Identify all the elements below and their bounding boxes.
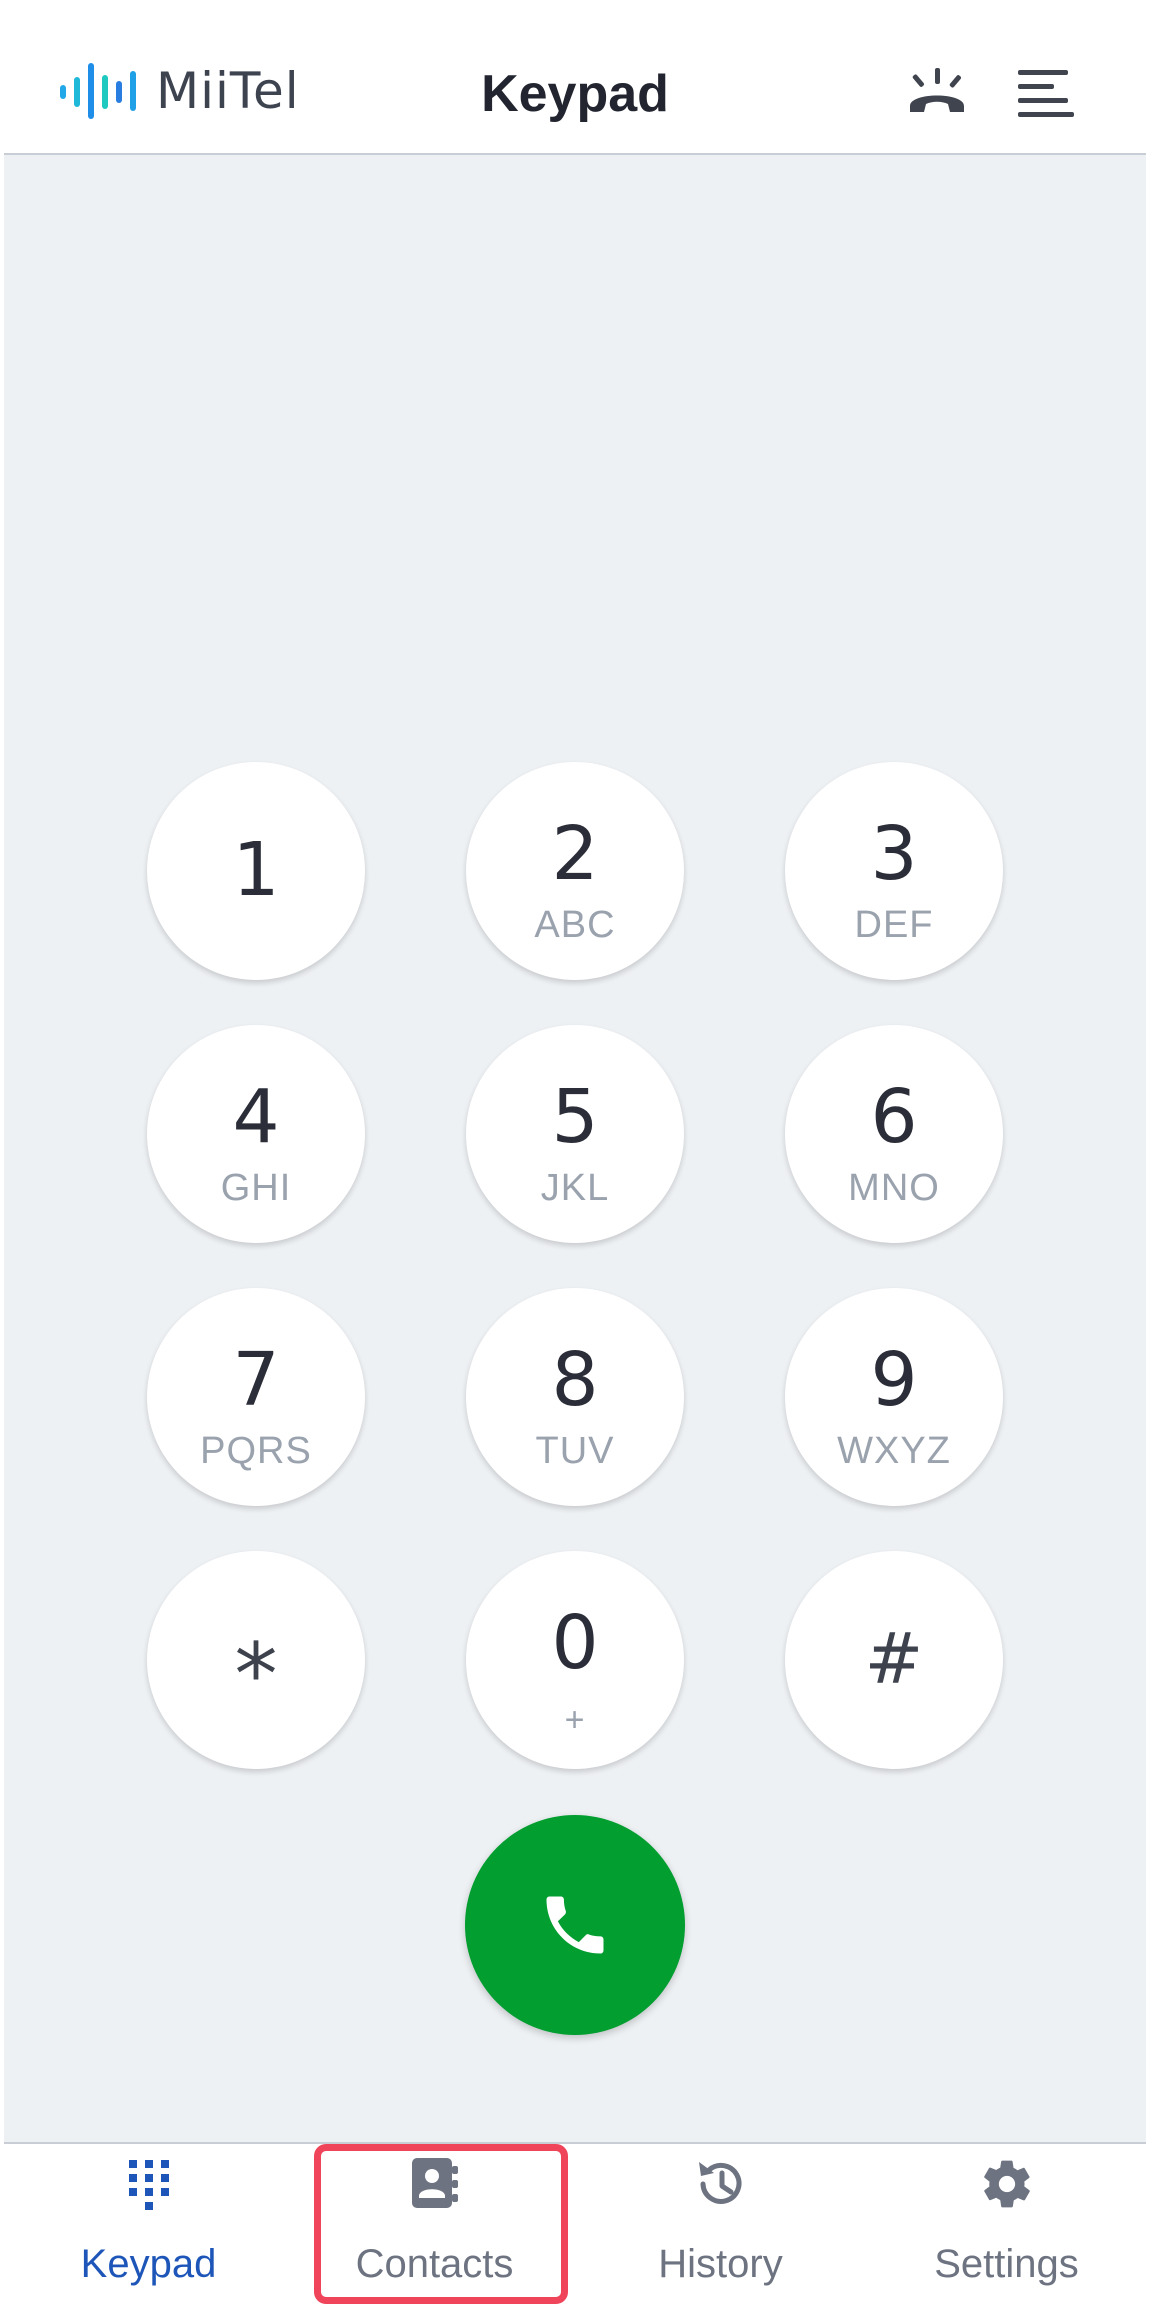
call-button[interactable] <box>465 1815 685 2035</box>
menu-button[interactable] <box>1014 62 1084 122</box>
key-letters: GHI <box>220 1167 292 1209</box>
nav-history[interactable]: History <box>578 2144 863 2323</box>
key-digit: * <box>234 1625 278 1725</box>
key-digit: 3 <box>870 811 918 897</box>
key-digit: 1 <box>232 827 280 913</box>
ringing-phone-button[interactable] <box>902 62 972 122</box>
key-digit: 2 <box>551 811 599 897</box>
key-letters: + <box>564 1701 586 1739</box>
nav-keypad[interactable]: Keypad <box>6 2144 291 2323</box>
key-digit: 6 <box>870 1074 918 1160</box>
nav-settings[interactable]: Settings <box>864 2144 1149 2323</box>
dialpad-icon <box>128 2160 169 2210</box>
gear-icon <box>983 2160 1030 2208</box>
key-letters: TUV <box>535 1430 615 1472</box>
menu-icon <box>1018 70 1074 117</box>
key-digit: 0 <box>551 1600 599 1686</box>
key-letters: DEF <box>854 904 934 946</box>
key-letters: JKL <box>540 1167 610 1209</box>
ringing-phone-icon <box>910 68 964 112</box>
key-digit: 8 <box>551 1337 599 1423</box>
keypad-area: 1 2 ABC 3 DEF 4 GHI 5 JKL 6 MNO 7 PQRS 8 <box>4 155 1146 2144</box>
nav-label: Settings <box>934 2242 1079 2286</box>
key-digit: 7 <box>232 1337 280 1423</box>
key-digit: 4 <box>232 1074 280 1160</box>
key-letters: WXYZ <box>837 1430 951 1472</box>
nav-label: Keypad <box>80 2242 217 2286</box>
key-7[interactable]: 7 PQRS <box>147 1288 365 1506</box>
key-9[interactable]: 9 WXYZ <box>785 1288 1003 1506</box>
key-digit: # <box>864 1618 924 1700</box>
key-5[interactable]: 5 JKL <box>466 1025 684 1243</box>
key-1[interactable]: 1 <box>147 762 365 980</box>
key-8[interactable]: 8 TUV <box>466 1288 684 1506</box>
contacts-highlight-box <box>314 2144 568 2304</box>
key-star[interactable]: * <box>147 1551 365 1769</box>
key-3[interactable]: 3 DEF <box>785 762 1003 980</box>
key-hash[interactable]: # <box>785 1551 1003 1769</box>
key-2[interactable]: 2 ABC <box>466 762 684 980</box>
key-letters: MNO <box>848 1167 940 1209</box>
phone-icon <box>546 1896 604 1954</box>
key-0[interactable]: 0 + <box>466 1551 684 1769</box>
key-letters: ABC <box>534 904 616 946</box>
key-digit: 9 <box>870 1337 918 1423</box>
history-icon <box>698 2162 741 2204</box>
header: MiiTel Keypad <box>4 0 1146 155</box>
key-digit: 5 <box>551 1074 599 1160</box>
app-frame: MiiTel Keypad 1 2 ABC 3 DEF 4 GHI 5 JKL … <box>4 0 1146 2323</box>
bottom-nav: Keypad Contacts History Settings <box>4 2144 1146 2323</box>
nav-label: History <box>658 2242 783 2286</box>
key-6[interactable]: 6 MNO <box>785 1025 1003 1243</box>
key-letters: PQRS <box>200 1430 312 1472</box>
key-4[interactable]: 4 GHI <box>147 1025 365 1243</box>
page-title: Keypad <box>481 65 669 123</box>
